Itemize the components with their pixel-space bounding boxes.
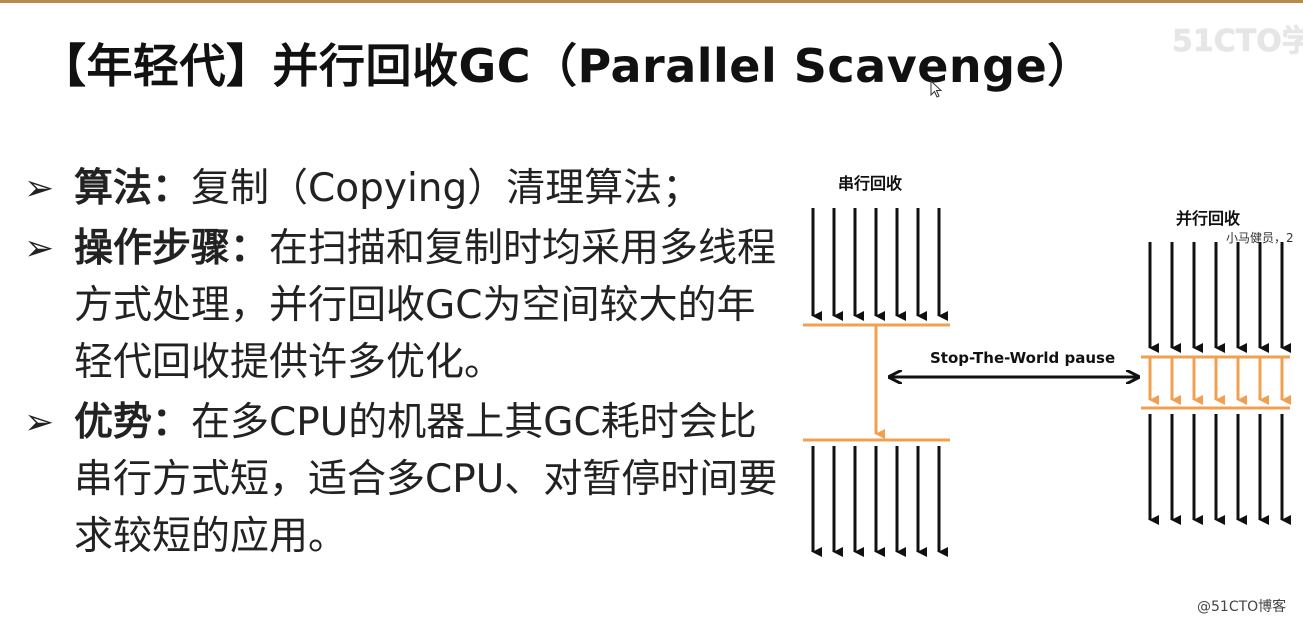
footer-watermark: @51CTO博客 [1197, 599, 1287, 615]
parallel-threads-before [1148, 242, 1291, 353]
gc-diagram [803, 208, 1291, 557]
serial-threads-after [811, 446, 948, 557]
parallel-threads-after [1148, 414, 1291, 525]
serial-gc-thread [803, 323, 950, 442]
serial-threads-before [811, 208, 948, 321]
parallel-gc-threads [1141, 355, 1291, 410]
